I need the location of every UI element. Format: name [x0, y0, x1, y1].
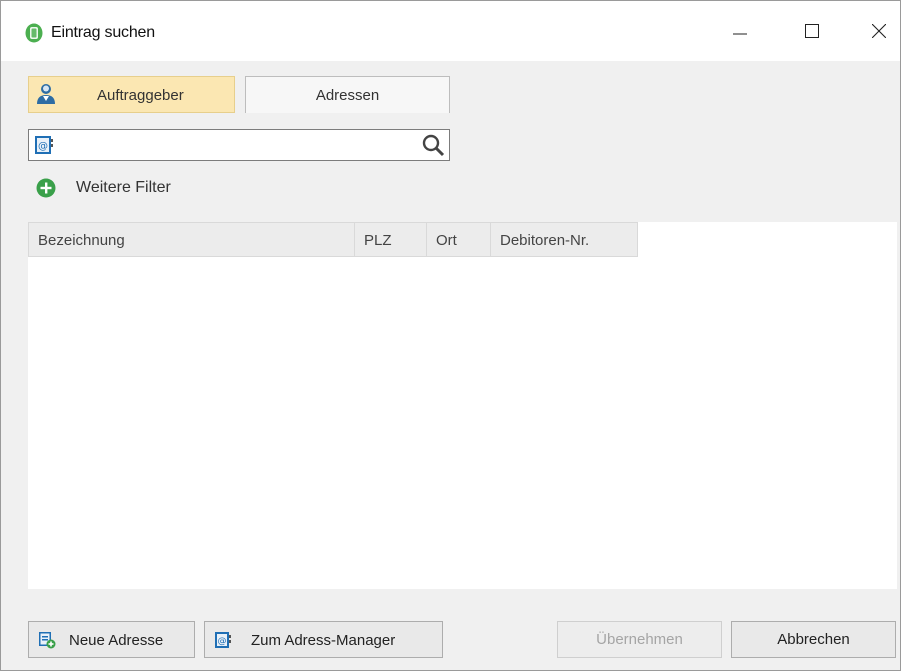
column-header-debitoren-nr[interactable]: Debitoren-Nr.	[491, 222, 638, 257]
maximize-icon	[805, 24, 819, 38]
search-input[interactable]	[61, 132, 411, 158]
new-address-icon	[39, 632, 56, 649]
column-header-bezeichnung[interactable]: Bezeichnung	[28, 222, 355, 257]
search-icon[interactable]	[421, 133, 445, 157]
cancel-label: Abbrechen	[777, 631, 850, 648]
app-icon	[25, 23, 43, 43]
tab-label: Adressen	[315, 86, 380, 104]
tab-auftraggeber[interactable]: Auftraggeber	[28, 76, 235, 113]
results-table[interactable]: Bezeichnung PLZ Ort Debitoren-Nr.	[28, 222, 897, 589]
minimize-icon	[733, 33, 747, 35]
window-title: Eintrag suchen	[51, 24, 155, 41]
tab-label: Auftraggeber	[97, 87, 184, 104]
maximize-button[interactable]	[782, 1, 842, 61]
svg-text:@: @	[218, 637, 227, 647]
search-dialog: Eintrag suchen Auftraggeber Adressen @ W…	[0, 0, 901, 671]
column-header-plz[interactable]: PLZ	[355, 222, 427, 257]
new-address-button[interactable]: Neue Adresse	[28, 621, 195, 658]
cancel-button[interactable]: Abbrechen	[731, 621, 896, 658]
tab-adressen[interactable]: Adressen	[245, 76, 450, 113]
minimize-button[interactable]	[710, 1, 770, 61]
table-header: Bezeichnung PLZ Ort Debitoren-Nr.	[28, 222, 638, 257]
close-button[interactable]	[849, 1, 901, 61]
apply-label: Übernehmen	[596, 631, 683, 648]
more-filters[interactable]: Weitere Filter	[36, 177, 171, 199]
address-book-icon: @	[35, 136, 53, 154]
title-bar: Eintrag suchen	[1, 1, 900, 61]
apply-button[interactable]: Übernehmen	[557, 621, 722, 658]
address-book-icon: @	[215, 632, 231, 648]
filter-label: Weitere Filter	[76, 179, 171, 196]
close-icon	[872, 24, 886, 38]
svg-text:@: @	[38, 141, 48, 152]
new-address-label: Neue Adresse	[69, 632, 164, 649]
search-field[interactable]: @	[28, 129, 450, 161]
address-manager-button[interactable]: @ Zum Adress-Manager	[204, 621, 443, 658]
plus-circle-icon	[36, 178, 56, 198]
column-header-ort[interactable]: Ort	[427, 222, 491, 257]
person-icon	[37, 84, 55, 104]
address-manager-label: Zum Adress-Manager	[251, 632, 396, 649]
